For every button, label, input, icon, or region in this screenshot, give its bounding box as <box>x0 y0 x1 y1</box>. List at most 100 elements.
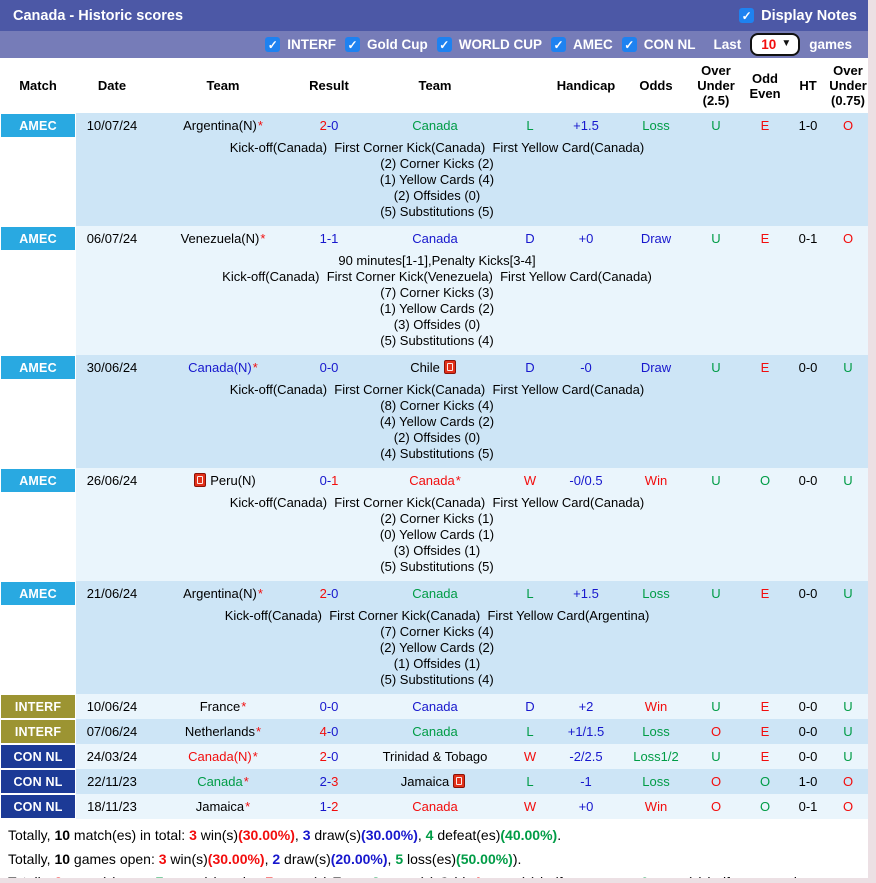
bottom-scrollbar-track[interactable] <box>0 878 876 883</box>
odd-even-cell: O <box>742 794 788 819</box>
wdl-cell: D <box>510 355 550 380</box>
match-row: AMEC10/07/24Argentina(N)*2-0CanadaL+1.5L… <box>0 113 868 138</box>
col-header-odds: Odds <box>622 58 690 113</box>
summary-segment: 5 <box>395 851 403 867</box>
home-team-cell: Canada(N)* <box>148 355 298 380</box>
col-header-match: Match <box>0 58 76 113</box>
col-header-ht: HT <box>788 58 828 113</box>
competition-label: INTERF <box>287 37 336 52</box>
summary-segment: 3 <box>189 827 197 843</box>
games-label: games <box>809 37 852 52</box>
chevron-down-icon: ▼ <box>781 39 791 49</box>
filter-bar: ✓INTERF✓Gold Cup✓WORLD CUP✓AMEC✓CON NL L… <box>0 31 868 58</box>
match-badge-cell: AMEC <box>0 468 76 493</box>
summary-segment: draw(s) <box>310 827 361 843</box>
over-under-25-cell: U <box>690 468 742 493</box>
competition-checkbox-world-cup[interactable]: ✓ <box>437 37 452 52</box>
note-line: (2) Yellow Cards (2) <box>76 640 798 656</box>
col-header-away-team: Team <box>360 58 510 113</box>
note-line: (7) Corner Kicks (4) <box>76 624 798 640</box>
match-notes: Kick-off(Canada) First Corner Kick(Canad… <box>76 138 868 226</box>
odd-even-cell: E <box>742 719 788 744</box>
summary-segment: (20.00%) <box>331 851 388 867</box>
away-score: 0 <box>331 724 338 739</box>
summary-segment: draw(s) <box>280 851 331 867</box>
team-name: Jamaica <box>401 774 449 789</box>
star-marker: * <box>241 699 246 714</box>
summary-segment: 3 <box>159 851 167 867</box>
ht-cell: 0-1 <box>788 794 828 819</box>
summary-line-2: Totally, 10 games open: 3 win(s)(30.00%)… <box>8 848 860 872</box>
notes-row: Kick-off(Canada) First Corner Kick(Canad… <box>0 493 868 581</box>
star-marker: * <box>244 774 249 789</box>
result-cell: 4-0 <box>298 719 360 744</box>
match-badge-cell: CON NL <box>0 794 76 819</box>
handicap-cell: +0 <box>550 226 622 251</box>
note-line: Kick-off(Canada) First Corner Kick(Venez… <box>76 269 798 285</box>
home-team-cell: Jamaica* <box>148 794 298 819</box>
match-row: AMEC06/07/24Venezuela(N)*1-1CanadaD+0Dra… <box>0 226 868 251</box>
over-under-075-cell: U <box>828 744 868 769</box>
handicap-cell: +1.5 <box>550 581 622 606</box>
ht-cell: 0-0 <box>788 744 828 769</box>
result-cell: 1-2 <box>298 794 360 819</box>
star-marker: * <box>258 586 263 601</box>
away-team-cell: Canada <box>360 694 510 719</box>
home-team-cell: Peru(N) <box>148 468 298 493</box>
team-name: Canada <box>412 231 458 246</box>
summary-segment: 2 <box>272 851 280 867</box>
app-window: Canada - Historic scores ✓ Display Notes… <box>0 0 876 883</box>
date-cell: 24/03/24 <box>76 744 148 769</box>
wdl-cell: D <box>510 226 550 251</box>
away-score: 0 <box>331 586 338 601</box>
note-line: (1) Yellow Cards (4) <box>76 172 798 188</box>
handicap-cell: +1/1.5 <box>550 719 622 744</box>
home-team-cell: Venezuela(N)* <box>148 226 298 251</box>
summary-segment: (40.00%) <box>500 827 557 843</box>
match-row: CON NL18/11/23Jamaica*1-2CanadaW+0WinOO0… <box>0 794 868 819</box>
odds-cell: Win <box>622 694 690 719</box>
handicap-cell: -1 <box>550 769 622 794</box>
summary-segment: , <box>418 827 426 843</box>
result-cell: 2-0 <box>298 581 360 606</box>
date-cell: 06/07/24 <box>76 226 148 251</box>
home-score: 1 <box>320 231 327 246</box>
away-team-cell: Canada <box>360 581 510 606</box>
over-under-075-cell: O <box>828 226 868 251</box>
star-marker: * <box>260 231 265 246</box>
away-team-cell: Canada <box>360 794 510 819</box>
red-card-icon <box>453 774 465 788</box>
odds-cell: Loss <box>622 113 690 138</box>
star-marker: * <box>256 724 261 739</box>
competition-checkbox-interf[interactable]: ✓ <box>265 37 280 52</box>
ht-cell: 0-1 <box>788 226 828 251</box>
date-cell: 26/06/24 <box>76 468 148 493</box>
wdl-cell: L <box>510 113 550 138</box>
odds-cell: Win <box>622 468 690 493</box>
summary-segment: games open: <box>70 851 159 867</box>
summary-segment: (30.00%) <box>361 827 418 843</box>
league-badge: CON NL <box>1 770 75 793</box>
away-team-cell: Canada* <box>360 468 510 493</box>
last-games-select[interactable]: 10 ▼ <box>750 33 800 56</box>
ht-cell: 0-0 <box>788 581 828 606</box>
col-header-odd-even: Odd Even <box>742 58 788 113</box>
match-row: AMEC26/06/24Peru(N)0-1Canada*W-0/0.5WinU… <box>0 468 868 493</box>
team-name: Chile <box>410 360 440 375</box>
odds-cell: Loss <box>622 581 690 606</box>
summary-segment: win(s) <box>197 827 238 843</box>
summary-segment: loss(es) <box>403 851 456 867</box>
match-badge-cell: CON NL <box>0 769 76 794</box>
home-team-cell: Argentina(N)* <box>148 113 298 138</box>
competition-checkbox-gold-cup[interactable]: ✓ <box>345 37 360 52</box>
note-line: (2) Offsides (0) <box>76 430 798 446</box>
right-scrollbar-track[interactable] <box>868 0 876 883</box>
note-line: (3) Offsides (1) <box>76 543 798 559</box>
display-notes-checkbox[interactable]: ✓ <box>739 8 754 23</box>
competition-checkbox-amec[interactable]: ✓ <box>551 37 566 52</box>
team-name: Canada <box>409 473 455 488</box>
handicap-cell: -2/2.5 <box>550 744 622 769</box>
col-header-handicap: Handicap <box>550 58 622 113</box>
note-line: (2) Offsides (0) <box>76 188 798 204</box>
competition-checkbox-con-nl[interactable]: ✓ <box>622 37 637 52</box>
